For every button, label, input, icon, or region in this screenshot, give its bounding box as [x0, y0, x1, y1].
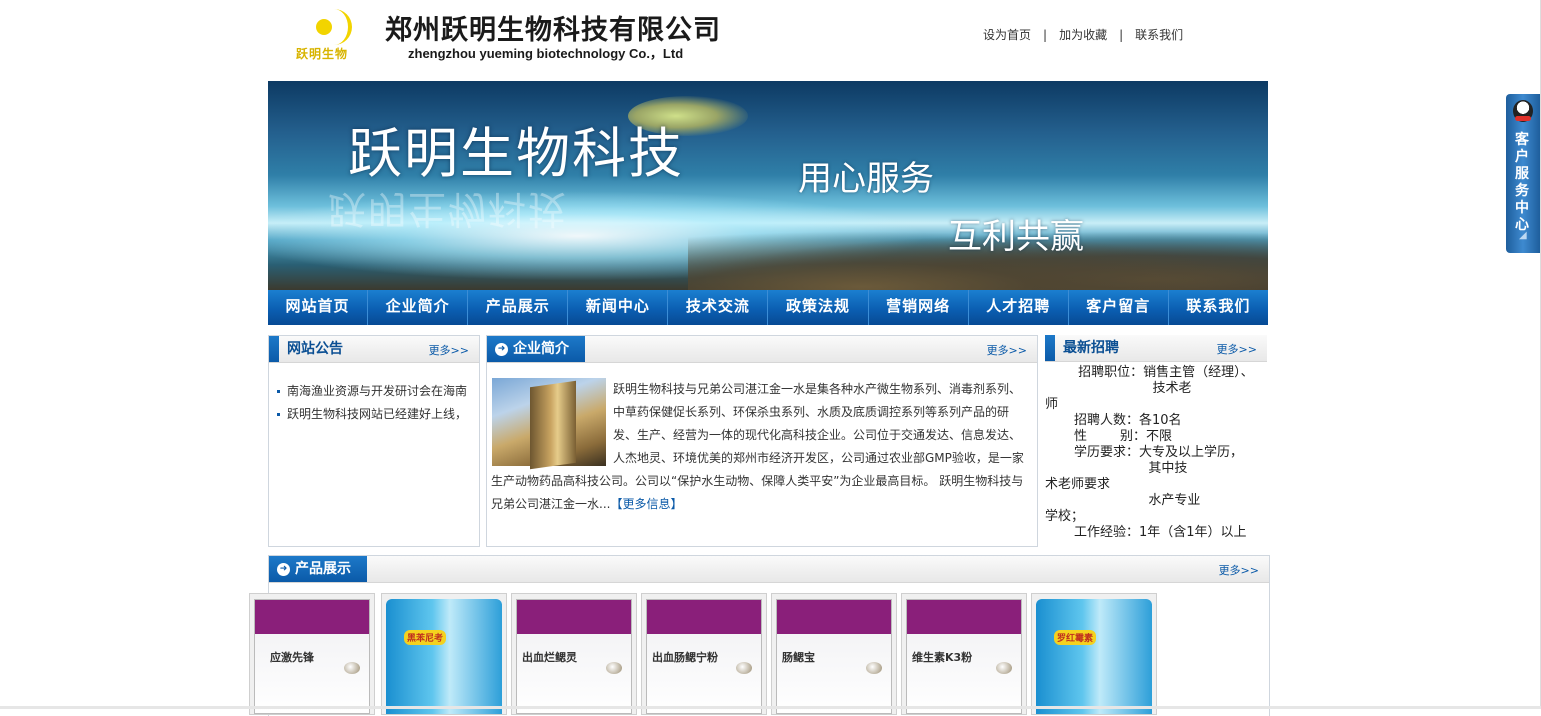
customer-service-tab[interactable]: 客户服务中心 ◢	[1506, 94, 1540, 253]
qq-penguin-icon	[1513, 100, 1533, 122]
product-name: 应激先锋	[270, 651, 314, 664]
nav-products[interactable]: 产品展示	[468, 290, 569, 325]
product-card[interactable]: 罗红霉素	[1031, 593, 1157, 715]
pearl-icon	[866, 662, 882, 674]
separator: |	[1043, 28, 1048, 42]
add-favorite-link[interactable]: 加为收藏	[1059, 28, 1107, 42]
arrow-icon: ➜	[495, 343, 508, 356]
product-name: 出血肠鳃宁粉	[652, 651, 718, 664]
nav-marketing[interactable]: 营销网络	[869, 290, 969, 325]
notice-title-text: 网站公告	[287, 341, 343, 357]
banner-slogan-2: 互利共赢	[948, 217, 1084, 257]
logo-text: 跃明生物	[296, 47, 349, 61]
pearl-icon	[606, 662, 622, 674]
products-panel: ➜ 产品展示 更多>> 应激先锋 黑苯尼考 出血烂鳃灵 出血肠鳃宁粉 肠鳃宝 维生…	[249, 555, 1270, 716]
pearl-icon	[736, 662, 752, 674]
nav-tech[interactable]: 技术交流	[668, 290, 769, 325]
pearl-icon	[996, 662, 1012, 674]
company-english-name: zhengzhou yueming biotechnology Co.，Ltd	[408, 46, 684, 61]
banner-title-reflection: 跃明生物科技	[328, 187, 569, 231]
recruit-panel: 最新招聘 更多>> 招聘职位：销售主管（经理）、 技术老 师 招聘人数：各10名…	[1045, 335, 1267, 545]
recruit-more-link[interactable]: 更多>>	[1217, 341, 1257, 357]
company-name: 郑州跃明生物科技有限公司	[385, 15, 721, 46]
product-card[interactable]: 维生素K3粉	[901, 593, 1027, 715]
intro-title: ➜ 企业简介	[487, 336, 585, 362]
nav-policy[interactable]: 政策法规	[768, 290, 869, 325]
intro-panel-header: ➜ 企业简介 更多>>	[487, 336, 1037, 363]
product-name: 肠鳃宝	[782, 651, 815, 664]
notice-more-link[interactable]: 更多>>	[429, 342, 469, 358]
products-title-text: 产品展示	[295, 561, 351, 577]
product-package	[386, 599, 502, 714]
intro-more-info-link[interactable]: 【更多信息】	[610, 497, 682, 511]
nav-jobs[interactable]: 人才招聘	[969, 290, 1069, 325]
contact-us-link[interactable]: 联系我们	[1135, 28, 1183, 42]
notice-title: 网站公告	[269, 336, 343, 362]
banner-slogan-1: 用心服务	[798, 159, 934, 199]
product-package	[1036, 599, 1152, 714]
product-card[interactable]: 肠鳃宝	[771, 593, 897, 715]
grip-icon: ◢	[1519, 230, 1527, 241]
customer-service-label: 客户服务中心	[1515, 132, 1529, 233]
arrow-icon: ➜	[277, 563, 290, 576]
products-title: ➜ 产品展示	[269, 556, 367, 582]
notice-item[interactable]: 南海渔业资源与开发研讨会在海南	[277, 380, 472, 403]
pearl-icon	[344, 662, 360, 674]
product-card[interactable]: 应激先锋	[249, 593, 375, 715]
notice-panel: 网站公告 更多>> 南海渔业资源与开发研讨会在海南 跃明生物科技网站已经建好上线…	[268, 335, 480, 547]
product-card[interactable]: 黑苯尼考	[381, 593, 507, 715]
banner: 跃明生物科技 跃明生物科技 用心服务 互利共赢	[268, 81, 1268, 290]
nav-home[interactable]: 网站首页	[268, 290, 369, 325]
product-card[interactable]: 出血烂鳃灵	[511, 593, 637, 715]
top-links: 设为首页 | 加为收藏 | 联系我们	[983, 26, 1183, 43]
banner-title: 跃明生物科技	[348, 122, 684, 185]
product-name: 罗红霉素	[1054, 630, 1097, 645]
products-panel-header: ➜ 产品展示 更多>>	[269, 556, 1269, 583]
intro-text: 跃明生物科技与兄弟公司湛江金一水是集各种水产微生物系列、消毒剂系列、中草药保健促…	[491, 378, 1031, 516]
intro-panel: ➜ 企业简介 更多>> 跃明生物科技与兄弟公司湛江金一水是集各种水产微生物系列、消…	[486, 335, 1038, 547]
recruit-body: 招聘职位：销售主管（经理）、 技术老 师 招聘人数：各10名 性 别：不限 学历…	[1045, 365, 1254, 540]
intro-title-text: 企业简介	[513, 341, 569, 357]
nav-about[interactable]: 企业简介	[368, 290, 469, 325]
product-card[interactable]: 出血肠鳃宁粉	[641, 593, 767, 715]
products-more-link[interactable]: 更多>>	[1219, 562, 1259, 578]
notice-list: 南海渔业资源与开发研讨会在海南 跃明生物科技网站已经建好上线，	[277, 380, 472, 426]
nav-news[interactable]: 新闻中心	[568, 290, 669, 325]
title-bar	[1045, 335, 1055, 361]
main-nav: 网站首页 企业简介 产品展示 新闻中心 技术交流 政策法规 营销网络 人才招聘 …	[268, 290, 1268, 325]
product-name: 维生素K3粉	[912, 651, 973, 664]
recruit-panel-header: 最新招聘 更多>>	[1045, 335, 1267, 362]
product-name: 黑苯尼考	[404, 630, 447, 645]
recruit-title-text: 最新招聘	[1063, 340, 1119, 356]
title-bar	[269, 336, 279, 362]
nav-contact[interactable]: 联系我们	[1169, 290, 1268, 325]
intro-more-link[interactable]: 更多>>	[987, 342, 1027, 358]
product-name: 出血烂鳃灵	[522, 651, 577, 664]
nav-messages[interactable]: 客户留言	[1069, 290, 1169, 325]
recruit-title: 最新招聘	[1045, 335, 1119, 361]
notice-panel-header: 网站公告 更多>>	[269, 336, 479, 363]
separator: |	[1119, 28, 1124, 42]
set-homepage-link[interactable]: 设为首页	[983, 28, 1031, 42]
notice-item[interactable]: 跃明生物科技网站已经建好上线，	[277, 403, 472, 426]
